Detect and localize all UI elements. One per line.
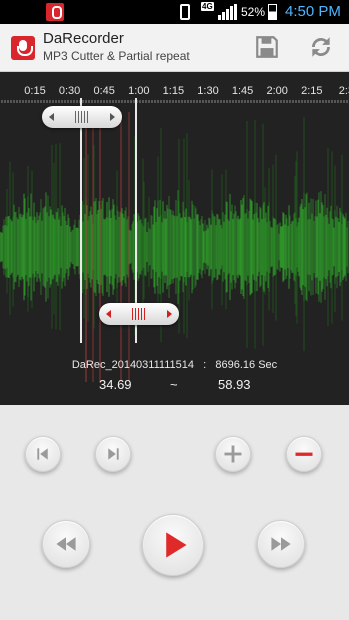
skip-forward-button[interactable] (95, 436, 131, 472)
save-icon (256, 36, 278, 58)
skip-back-button[interactable] (25, 436, 61, 472)
range-start: 34.69 (99, 377, 132, 392)
timeline-tick-label: 0:30 (58, 85, 81, 97)
refresh-button[interactable] (308, 34, 334, 60)
battery-percent: 52% (241, 5, 266, 19)
refresh-icon (312, 37, 330, 57)
recorder-notification-icon (46, 3, 64, 21)
timeline-tick-label: 1:30 (197, 85, 219, 97)
file-info: DaRec_20140311111514 : 8696.16 Sec (0, 359, 349, 371)
grip-icon (75, 111, 89, 123)
play-icon (166, 532, 187, 558)
selection-start-line (80, 98, 82, 343)
status-bar: 4G 52% 4:50 PM (0, 0, 349, 24)
plus-icon (224, 445, 242, 463)
grip-icon (132, 308, 146, 320)
start-handle[interactable] (42, 106, 122, 128)
timeline-tick-label: 0:15 (24, 85, 46, 97)
minus-icon (295, 452, 313, 456)
file-duration: 8696.16 Sec (215, 359, 278, 371)
timeline-tick-label: 2:3 (338, 85, 349, 97)
file-name: DaRec_20140311111514 (71, 359, 194, 371)
range-end: 58.93 (218, 377, 251, 392)
timeline-tick-label: 1:15 (162, 85, 185, 97)
arrow-right-icon (110, 113, 115, 121)
arrow-left-icon (49, 113, 54, 121)
end-handle[interactable] (99, 303, 179, 325)
timeline-tick-label: 1:45 (231, 85, 254, 97)
rewind-button[interactable] (42, 520, 90, 568)
range-separator: ~ (170, 377, 178, 392)
battery-icon (268, 4, 277, 20)
fast-forward-button[interactable] (257, 520, 305, 568)
phone-icon (180, 4, 190, 20)
timeline-tick-label: 1:00 (128, 85, 150, 97)
network-type: 4G (201, 2, 214, 11)
rewind-icon (56, 537, 76, 551)
skip-forward-icon (108, 448, 119, 460)
fast-forward-icon (271, 537, 291, 551)
save-button[interactable] (254, 34, 280, 60)
timeline-tick-label: 2:15 (301, 85, 323, 97)
waveform-editor[interactable]: 0:150:300:451:001:151:301:452:002:152:3 … (0, 72, 349, 405)
microphone-icon[interactable] (11, 36, 35, 60)
plus-button[interactable] (215, 436, 251, 472)
play-button[interactable] (142, 514, 204, 576)
timeline-tick-label: 2:00 (266, 85, 288, 97)
app-title: DaRecorder (43, 30, 124, 47)
skip-back-icon (37, 448, 48, 460)
arrow-left-icon (106, 310, 111, 318)
waveform[interactable] (0, 112, 349, 382)
clock: 4:50 PM (285, 3, 341, 20)
action-bar: DaRecorder MP3 Cutter & Partial repeat (0, 24, 349, 72)
arrow-right-icon (167, 310, 172, 318)
app-subtitle: MP3 Cutter & Partial repeat (43, 49, 190, 63)
separator: : (203, 359, 207, 371)
screen: 4G 52% 4:50 PM DaRecorder MP3 Cutter & P… (0, 0, 349, 620)
ruler-ticks (1, 100, 348, 103)
controls-panel (0, 405, 349, 620)
minus-button[interactable] (286, 436, 322, 472)
timeline-tick-label: 0:45 (93, 85, 115, 97)
signal-icon (218, 4, 238, 20)
